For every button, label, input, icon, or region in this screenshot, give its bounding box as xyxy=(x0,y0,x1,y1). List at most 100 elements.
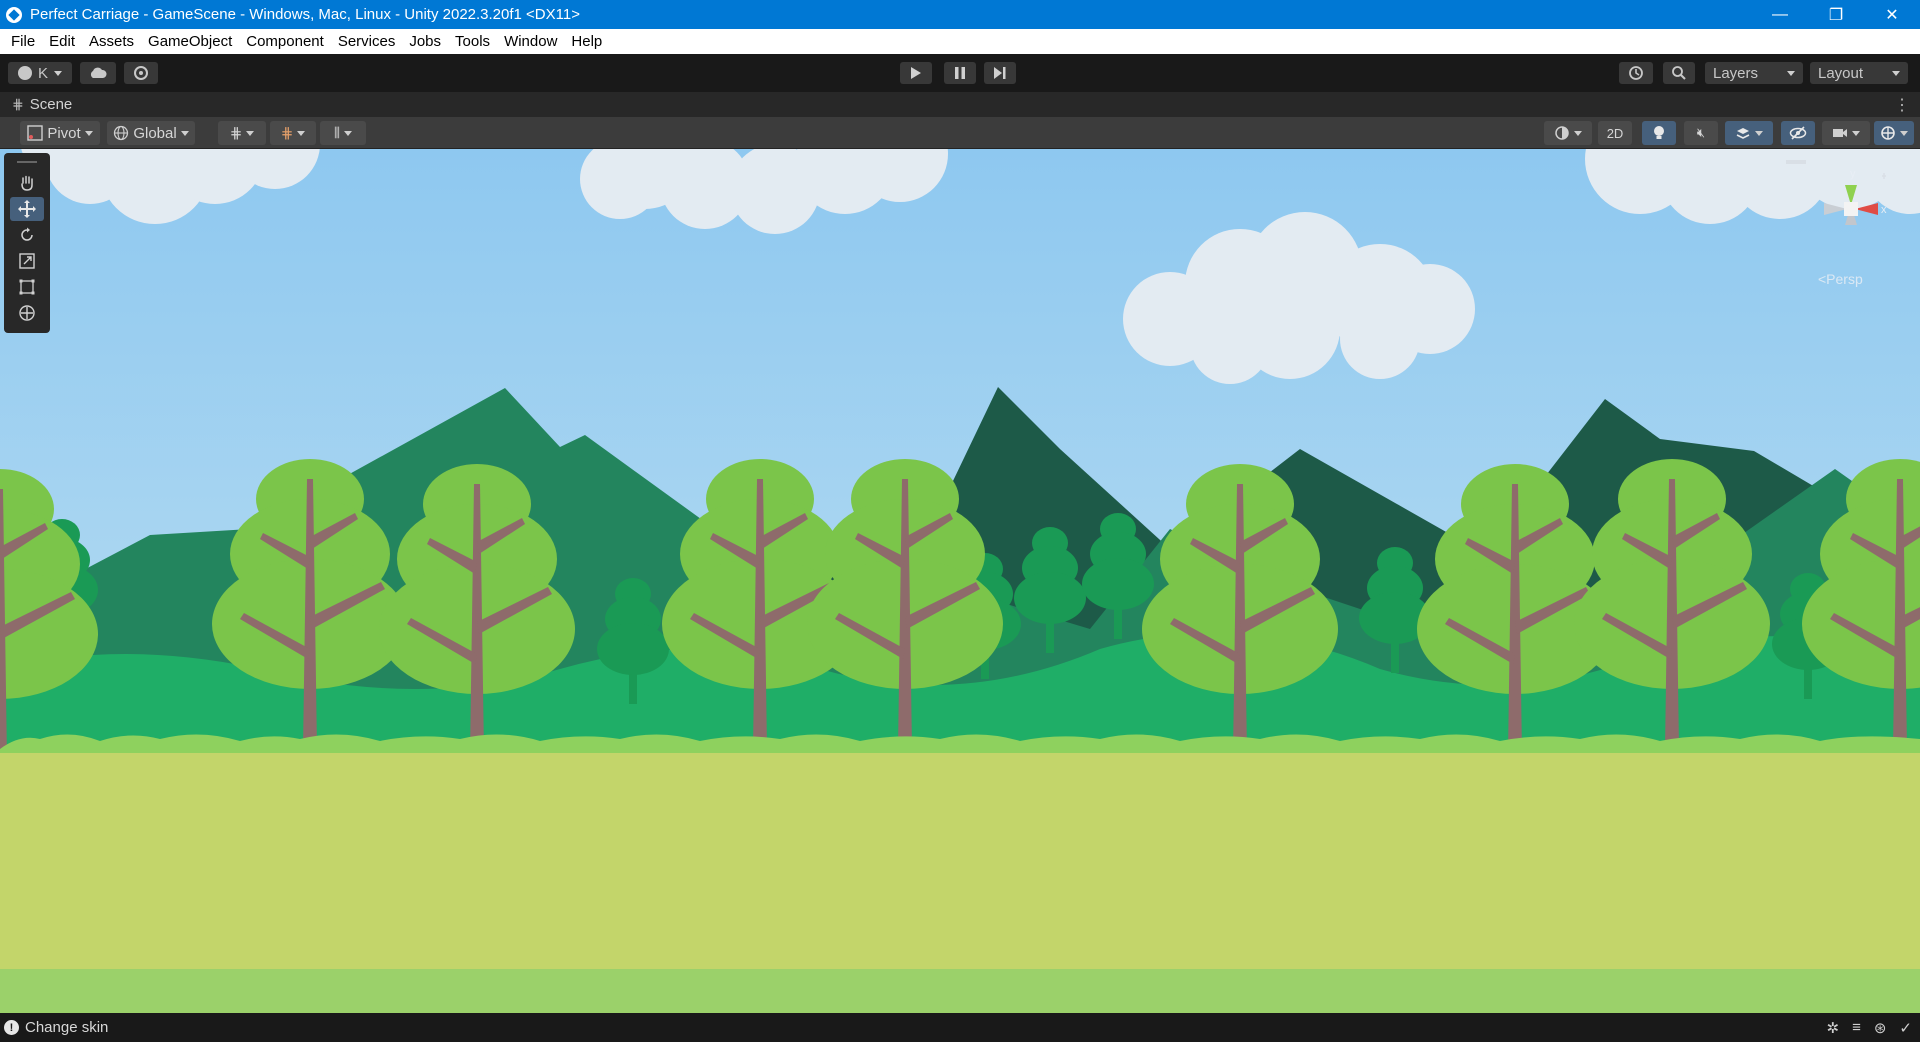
layers-stack-icon[interactable]: ≡ xyxy=(1852,1019,1861,1037)
increment-snap-dropdown[interactable]: ⫼ xyxy=(320,121,366,145)
chevron-down-icon xyxy=(54,70,62,76)
light-bulb-icon xyxy=(1654,126,1664,139)
window-title: Perfect Carriage - GameScene - Windows, … xyxy=(30,6,580,23)
minimize-button[interactable]: — xyxy=(1752,0,1808,29)
scene-view-toolbar: Pivot Global ⋕ ⋕ ⫼ 2D 🔇︎ xyxy=(0,117,1920,149)
grass-strip xyxy=(0,969,1920,1013)
layout-label: Layout xyxy=(1818,64,1864,82)
globe-icon xyxy=(114,125,129,141)
layers-label: Layers xyxy=(1713,64,1759,82)
chevron-down-icon xyxy=(1787,70,1795,76)
menu-file[interactable]: File xyxy=(4,33,42,50)
step-button[interactable] xyxy=(984,62,1016,84)
menu-gameobject[interactable]: GameObject xyxy=(141,33,239,50)
chevron-down-icon xyxy=(246,130,255,136)
step-icon xyxy=(994,67,1006,79)
unity-editor-window: Perfect Carriage - GameScene - Windows, … xyxy=(0,0,1920,1042)
grid-visibility-dropdown[interactable]: ⋕ xyxy=(270,121,316,145)
menu-window[interactable]: Window xyxy=(497,33,564,50)
camera-dropdown[interactable] xyxy=(1822,121,1870,145)
menu-services[interactable]: Services xyxy=(331,33,403,50)
status-icons: ✲ ≡ ⊛ ✓ xyxy=(1827,1019,1913,1037)
hand-tool-button[interactable] xyxy=(10,171,44,195)
gizmos-dropdown[interactable] xyxy=(1874,121,1914,145)
chevron-down-icon xyxy=(297,130,306,136)
chevron-down-icon xyxy=(1852,130,1860,136)
close-button[interactable]: ✕ xyxy=(1864,0,1920,29)
palette-grip[interactable] xyxy=(17,161,37,163)
menu-component[interactable]: Component xyxy=(239,33,331,50)
chevron-down-icon xyxy=(1755,130,1763,136)
scene-tab-bar: ⋕ Scene ⋮ xyxy=(0,92,1920,117)
menu-tools[interactable]: Tools xyxy=(448,33,497,50)
cloud-button[interactable] xyxy=(80,62,116,84)
audio-toggle[interactable]: 🔇︎ xyxy=(1684,121,1718,145)
pause-button[interactable] xyxy=(944,62,976,84)
pivot-label: Pivot xyxy=(47,124,81,142)
gizmos-icon xyxy=(1881,126,1895,140)
settings-button[interactable] xyxy=(124,62,158,84)
search-button[interactable] xyxy=(1663,62,1695,84)
menu-edit[interactable]: Edit xyxy=(42,33,82,50)
rect-transform-icon xyxy=(19,279,35,295)
chevron-down-icon xyxy=(1900,130,1908,136)
scale-tool-button[interactable] xyxy=(10,249,44,273)
move-arrows-icon xyxy=(18,200,36,218)
ruler-icon: ⫼ xyxy=(334,125,340,140)
draw-mode-dropdown[interactable] xyxy=(1544,121,1592,145)
grid-snap-icon: ⋕ xyxy=(229,125,243,142)
title-bar: Perfect Carriage - GameScene - Windows, … xyxy=(0,0,1920,29)
projection-label[interactable]: <Persp xyxy=(1818,271,1863,287)
menu-help[interactable]: Help xyxy=(564,33,609,50)
undo-history-button[interactable] xyxy=(1619,62,1653,84)
hand-icon xyxy=(21,175,33,191)
search-icon xyxy=(1672,66,1686,80)
gizmo-menu-icon[interactable] xyxy=(1786,160,1806,164)
info-icon: ! xyxy=(4,1020,19,1035)
scene-viewport[interactable] xyxy=(0,149,1920,1013)
layers-dropdown[interactable]: Layers xyxy=(1705,62,1803,84)
pause-icon xyxy=(955,67,965,79)
account-dropdown[interactable]: K xyxy=(8,62,72,84)
rect-tool-button[interactable] xyxy=(10,275,44,299)
chevron-down-icon xyxy=(1892,70,1900,76)
transform-tool-button[interactable] xyxy=(10,301,44,325)
global-label: Global xyxy=(133,124,177,142)
more-options-icon[interactable]: ⋮ xyxy=(1894,95,1910,115)
debug-bug-icon[interactable]: ✲ xyxy=(1827,1019,1840,1037)
axis-gizmo-icon: y x xyxy=(1824,168,1887,225)
scene-visibility-toggle[interactable] xyxy=(1781,121,1815,145)
lighting-toggle[interactable] xyxy=(1642,121,1676,145)
network-icon[interactable]: ⊛ xyxy=(1874,1019,1887,1037)
move-tool-button[interactable] xyxy=(10,197,44,221)
tab-scene[interactable]: Scene xyxy=(30,96,73,113)
play-button[interactable] xyxy=(900,62,932,84)
status-message[interactable]: Change skin xyxy=(25,1019,108,1036)
orientation-gizmo[interactable]: y x <Persp xyxy=(1806,165,1896,287)
global-dropdown[interactable]: Global xyxy=(107,121,195,145)
menu-bar: File Edit Assets GameObject Component Se… xyxy=(0,29,1920,54)
toggle-2d-button[interactable]: 2D xyxy=(1598,121,1632,145)
rotate-icon xyxy=(21,227,33,241)
camera-icon xyxy=(1833,129,1847,137)
effects-dropdown[interactable] xyxy=(1725,121,1773,145)
menu-assets[interactable]: Assets xyxy=(82,33,141,50)
unity-logo-icon xyxy=(6,6,22,23)
pivot-dropdown[interactable]: Pivot xyxy=(20,121,100,145)
grid-snapping-dropdown[interactable]: ⋕ xyxy=(218,121,266,145)
menu-jobs[interactable]: Jobs xyxy=(402,33,448,50)
restore-button[interactable]: ❐ xyxy=(1808,0,1864,29)
account-icon xyxy=(17,66,32,80)
eye-off-icon xyxy=(1789,126,1807,140)
scale-icon xyxy=(19,253,35,269)
chevron-down-icon xyxy=(84,130,93,136)
check-circle-icon[interactable]: ✓ xyxy=(1899,1019,1912,1037)
grid-visibility-icon: ⋕ xyxy=(280,125,294,142)
shading-mode-icon xyxy=(1555,126,1569,140)
layout-dropdown[interactable]: Layout xyxy=(1810,62,1908,84)
gizmo-y-label: y xyxy=(1850,168,1856,180)
rotate-tool-button[interactable] xyxy=(10,223,44,247)
cloud-icon xyxy=(90,67,107,78)
chevron-down-icon xyxy=(180,130,189,136)
settings-cog-icon xyxy=(134,66,148,80)
